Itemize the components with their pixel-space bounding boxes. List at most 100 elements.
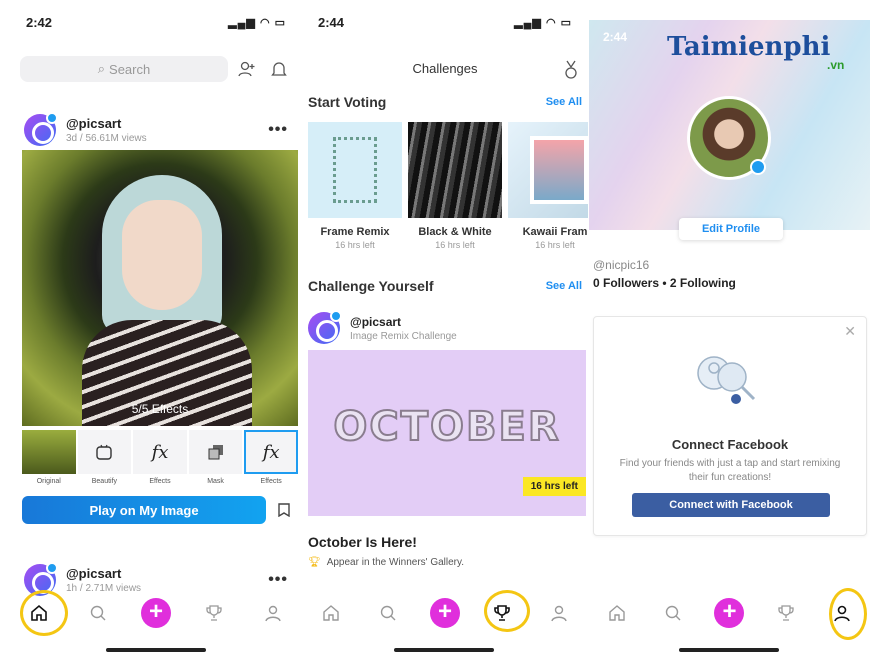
search-tab-icon[interactable] bbox=[82, 597, 114, 629]
search-input[interactable]: ⌕ Search bbox=[20, 56, 228, 82]
effects-icon: fx bbox=[133, 430, 187, 474]
play-on-my-image-button[interactable]: Play on My Image bbox=[22, 496, 266, 524]
black-white-image bbox=[408, 122, 502, 218]
see-all-link[interactable]: See All bbox=[546, 96, 582, 108]
frame-remix-image bbox=[308, 122, 402, 218]
search-tab-icon[interactable] bbox=[657, 597, 689, 629]
tool-label: Effects bbox=[260, 478, 282, 485]
card-time: 16 hrs left bbox=[535, 240, 575, 250]
card-time: 16 hrs left bbox=[335, 240, 375, 250]
challenge-card[interactable]: Black & White 16 hrs left bbox=[408, 122, 502, 250]
highlight-ring bbox=[20, 590, 68, 636]
medal-icon[interactable] bbox=[564, 60, 578, 85]
tool-label: Beautify bbox=[91, 478, 118, 485]
kawaii-frame-image bbox=[508, 122, 588, 218]
home-tab-icon[interactable] bbox=[601, 597, 633, 629]
bookmark-icon[interactable] bbox=[270, 496, 298, 524]
card-time: 16 hrs left bbox=[435, 240, 475, 250]
feed-screen: 2:42 ▂▄▆ ◠ ▭ ⌕ Search @picsart 3d / 56.6… bbox=[10, 0, 302, 664]
tool-mask[interactable]: Mask bbox=[188, 430, 243, 486]
tool-effects[interactable]: fx Effects bbox=[133, 430, 187, 486]
challenge-subtitle-text: Appear in the Winners' Gallery. bbox=[326, 557, 465, 568]
post-username[interactable]: @picsart bbox=[66, 116, 268, 131]
trophy-tab-icon[interactable] bbox=[770, 597, 802, 629]
post-header: @picsart 3d / 56.61M views ••• bbox=[24, 110, 288, 150]
highlight-ring bbox=[484, 590, 530, 632]
effects-count: 5/5 Effects bbox=[131, 402, 189, 416]
profile-username: @nicpic16 bbox=[593, 258, 650, 272]
october-banner[interactable]: OCTOBER 16 hrs left bbox=[308, 350, 586, 516]
connect-title: Connect Facebook bbox=[671, 437, 789, 452]
original-thumbnail bbox=[22, 430, 76, 474]
post-meta: 3d / 56.61M views bbox=[66, 133, 147, 144]
status-time: 2:44 bbox=[603, 30, 628, 44]
tool-label: Mask bbox=[207, 478, 224, 485]
status-time: 2:42 bbox=[26, 14, 53, 30]
post-image[interactable]: 5/5 Effects bbox=[22, 150, 298, 426]
signal-wifi-battery-icon: ▂▄▆ ◠ ▭ bbox=[228, 16, 286, 29]
post-username[interactable]: @picsart bbox=[66, 566, 268, 581]
create-plus-icon[interactable]: + bbox=[429, 597, 461, 629]
tool-effects-selected[interactable]: fx Effects bbox=[244, 430, 298, 486]
search-tab-icon[interactable] bbox=[372, 597, 404, 629]
avatar[interactable] bbox=[24, 112, 58, 146]
search-placeholder: Search bbox=[109, 61, 151, 77]
signal-wifi-battery-icon: ▂▄▆ ◠ ▭ bbox=[514, 16, 572, 29]
verified-icon bbox=[46, 112, 58, 124]
close-icon[interactable]: ✕ bbox=[844, 323, 856, 340]
start-voting-header: Start Voting See All bbox=[308, 94, 582, 110]
verified-icon bbox=[46, 562, 58, 574]
create-plus-icon[interactable]: + bbox=[713, 597, 745, 629]
notifications-icon[interactable] bbox=[266, 56, 292, 82]
tab-bar: + bbox=[302, 590, 588, 636]
watermark-suffix: .vn bbox=[827, 58, 845, 72]
status-bar: 2:44 ▂▄▆ ◠ ▭ bbox=[302, 0, 588, 44]
post-subtitle: Image Remix Challenge bbox=[350, 330, 457, 342]
create-plus-icon[interactable]: + bbox=[140, 597, 172, 629]
watermark-text: Taimienphi bbox=[667, 32, 831, 62]
card-name: Black & White bbox=[418, 226, 492, 238]
avatar[interactable] bbox=[308, 310, 342, 344]
see-all-link[interactable]: See All bbox=[546, 280, 582, 292]
challenge-title: October Is Here! bbox=[308, 534, 417, 550]
home-indicator bbox=[394, 648, 494, 652]
mask-icon bbox=[188, 430, 243, 474]
page-title: Challenges bbox=[412, 61, 478, 76]
profile-avatar[interactable] bbox=[687, 96, 771, 180]
challenge-card[interactable]: Frame Remix 16 hrs left bbox=[308, 122, 402, 250]
add-friend-icon[interactable] bbox=[234, 56, 260, 82]
section-title: Challenge Yourself bbox=[308, 278, 434, 294]
follow-stats[interactable]: 0 Followers • 2 Following bbox=[593, 276, 736, 290]
connect-facebook-card: ✕ Connect Facebook Find your friends wit… bbox=[593, 316, 867, 536]
status-time: 2:44 bbox=[318, 14, 345, 30]
profile-screen: 2:44 Taimienphi .vn Edit Profile @nicpic… bbox=[589, 0, 870, 664]
trophy-icon: 🏆︎ bbox=[308, 557, 321, 568]
challenge-subtitle: 🏆︎ Appear in the Winners' Gallery. bbox=[308, 557, 464, 568]
tool-label: Effects bbox=[149, 478, 171, 485]
voting-cards: Frame Remix 16 hrs left Black & White 16… bbox=[308, 122, 588, 250]
home-indicator bbox=[679, 648, 779, 652]
status-bar: 2:42 ▂▄▆ ◠ ▭ bbox=[10, 0, 302, 44]
verified-icon bbox=[750, 159, 766, 175]
search-icon: ⌕ bbox=[97, 61, 106, 76]
more-options-icon[interactable]: ••• bbox=[268, 571, 288, 589]
profile-tab-icon[interactable] bbox=[257, 597, 289, 629]
tool-original[interactable]: Original bbox=[22, 430, 76, 486]
find-friends-illustration-icon bbox=[697, 356, 756, 404]
connect-description: Find your friends with just a tap and st… bbox=[619, 458, 841, 483]
highlight-ring bbox=[829, 588, 867, 640]
more-options-icon[interactable]: ••• bbox=[268, 121, 288, 139]
effects-toolbar: Original Beautify fx Effects Mask fx Effec… bbox=[22, 430, 298, 486]
search-row: ⌕ Search bbox=[20, 56, 292, 82]
home-tab-icon[interactable] bbox=[315, 597, 347, 629]
connect-facebook-button[interactable]: Connect with Facebook bbox=[632, 493, 830, 517]
card-name: Frame Remix bbox=[320, 226, 390, 238]
post-username[interactable]: @picsart bbox=[350, 315, 574, 329]
profile-tab-icon[interactable] bbox=[543, 597, 575, 629]
challenge-yourself-header: Challenge Yourself See All bbox=[308, 278, 582, 294]
edit-profile-button[interactable]: Edit Profile bbox=[679, 218, 783, 240]
trophy-tab-icon[interactable] bbox=[198, 597, 230, 629]
challenge-card[interactable]: Kawaii Fram 16 hrs left bbox=[508, 122, 588, 250]
tool-beautify[interactable]: Beautify bbox=[77, 430, 132, 486]
challenges-screen: 2:44 ▂▄▆ ◠ ▭ Challenges Start Voting See… bbox=[302, 0, 588, 664]
